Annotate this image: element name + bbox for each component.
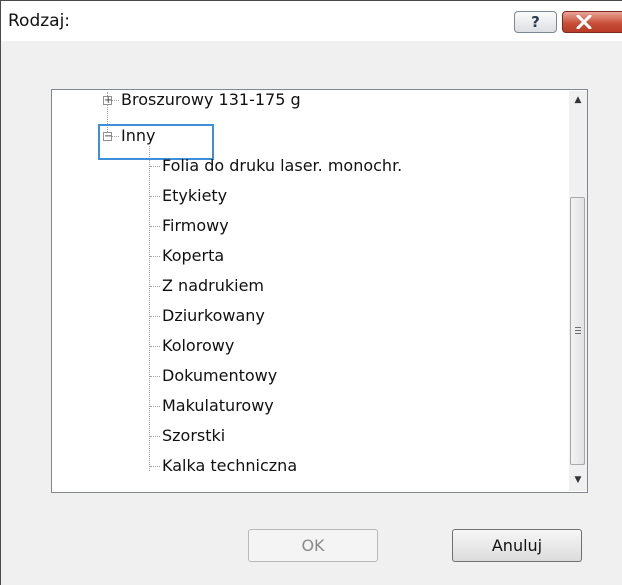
- tree-item-folia[interactable]: Folia do druku laser. monochr.: [162, 156, 402, 176]
- tree-item-szorstki[interactable]: Szorstki: [162, 426, 225, 446]
- scroll-down-arrow-icon[interactable]: ▼: [569, 471, 587, 489]
- grip-line: [575, 327, 581, 328]
- dialog-title: Rodzaj:: [8, 11, 71, 31]
- tree-connector: [150, 436, 160, 438]
- tree-item-koperta[interactable]: Koperta: [162, 246, 224, 266]
- close-icon: [576, 15, 592, 29]
- scroll-up-arrow-icon[interactable]: ▲: [569, 91, 587, 109]
- tree-connector: [150, 226, 160, 228]
- scroll-thumb[interactable]: [570, 197, 585, 465]
- tree-connector: [150, 286, 160, 288]
- tree-connector: [150, 256, 160, 258]
- tree-connector: [149, 146, 151, 471]
- expand-icon[interactable]: +: [103, 96, 112, 106]
- grip-line: [575, 333, 581, 334]
- tree-item-makulaturowy[interactable]: Makulaturowy: [162, 396, 274, 416]
- tree-connector: [150, 346, 160, 348]
- vertical-scrollbar[interactable]: ▲ ▼: [569, 91, 587, 491]
- tree-item-z-nadrukiem[interactable]: Z nadrukiem: [162, 276, 264, 296]
- tree-item-kalka-techniczna[interactable]: Kalka techniczna: [162, 456, 297, 476]
- tree-connector: [150, 466, 160, 468]
- close-button[interactable]: [562, 11, 622, 33]
- tree-item-dziurkowany[interactable]: Dziurkowany: [162, 306, 265, 326]
- dialog-window: Rodzaj: ? + Broszurowy 131-175 g − Inny …: [0, 0, 622, 585]
- selection-focus-rect: [98, 124, 214, 160]
- ok-button[interactable]: OK: [248, 529, 378, 562]
- tree-item-kolorowy[interactable]: Kolorowy: [162, 336, 234, 356]
- tree-connector: [150, 406, 160, 408]
- cancel-button[interactable]: Anuluj: [452, 529, 582, 562]
- tree-item-firmowy[interactable]: Firmowy: [162, 216, 229, 236]
- tree-item-etykiety[interactable]: Etykiety: [162, 186, 227, 206]
- tree-item-dokumentowy[interactable]: Dokumentowy: [162, 366, 277, 386]
- tree-connector: [150, 376, 160, 378]
- tree-item-broszurowy[interactable]: Broszurowy 131-175 g: [121, 90, 301, 110]
- tree-connector: [150, 316, 160, 318]
- grip-line: [575, 330, 581, 331]
- tree-connector: [150, 196, 160, 198]
- help-button[interactable]: ?: [514, 11, 557, 33]
- tree-connector: [150, 166, 160, 168]
- paper-type-tree[interactable]: + Broszurowy 131-175 g − Inny Folia do d…: [51, 89, 588, 493]
- title-bar[interactable]: Rodzaj: ?: [1, 1, 622, 41]
